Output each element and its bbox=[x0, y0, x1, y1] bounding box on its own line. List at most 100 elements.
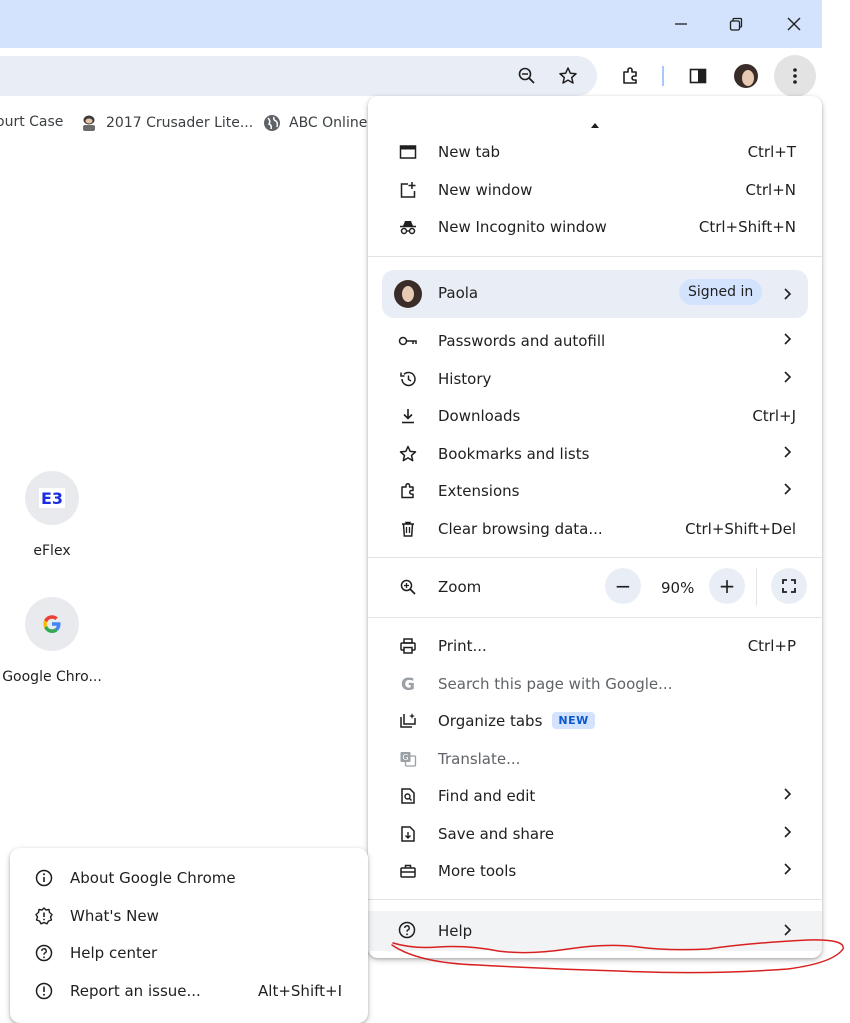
translate-icon: G bbox=[400, 752, 417, 767]
info-icon bbox=[35, 869, 53, 887]
shortcut-tile-google-chrome[interactable]: Google Chro... bbox=[2, 597, 102, 685]
menu-item-label: Find and edit bbox=[438, 787, 536, 805]
organize-tabs-text: Organize tabs bbox=[438, 712, 543, 730]
organize-tabs-icon bbox=[400, 713, 416, 728]
menu-item-new-window[interactable]: New window Ctrl+N bbox=[368, 172, 822, 209]
profile-button[interactable] bbox=[730, 60, 762, 92]
chevron-right-icon bbox=[784, 826, 792, 838]
menu-item-clear-browsing-data[interactable]: Clear browsing data... Ctrl+Shift+Del bbox=[368, 511, 822, 548]
menu-item-about-google-chrome[interactable]: About Google Chrome bbox=[10, 860, 368, 897]
zoom-indicator-button[interactable] bbox=[511, 60, 543, 92]
whats-new-icon bbox=[35, 907, 53, 925]
menu-item-help-center[interactable]: Help center bbox=[10, 935, 368, 972]
scroll-up-arrow-icon[interactable] bbox=[591, 123, 599, 129]
menu-separator bbox=[368, 899, 822, 900]
zoom-in-button[interactable]: + bbox=[709, 568, 745, 604]
shortcut-text: Ctrl+P bbox=[747, 637, 796, 655]
close-icon bbox=[787, 17, 801, 31]
new-window-icon bbox=[400, 182, 416, 198]
menu-separator bbox=[368, 557, 822, 558]
menu-item-more-tools[interactable]: More tools bbox=[368, 853, 822, 890]
chrome-main-menu: New tab Ctrl+T New window Ctrl+N New Inc… bbox=[368, 96, 822, 958]
print-icon bbox=[400, 638, 416, 654]
google-g-icon bbox=[43, 615, 61, 633]
menu-item-label: What's New bbox=[70, 907, 159, 925]
fullscreen-button[interactable] bbox=[771, 568, 807, 604]
zoom-icon bbox=[400, 579, 416, 595]
zoom-out-button[interactable]: − bbox=[605, 568, 641, 604]
menu-item-passwords-and-autofill[interactable]: Passwords and autofill bbox=[368, 323, 822, 360]
menu-item-extensions[interactable]: Extensions bbox=[368, 473, 822, 510]
toolbox-icon bbox=[400, 864, 416, 878]
chevron-right-icon bbox=[784, 333, 792, 345]
save-share-icon bbox=[401, 826, 415, 842]
chevron-right-icon bbox=[784, 371, 792, 383]
bookmark-item[interactable]: ABC Online bbox=[263, 114, 367, 132]
new-tab-icon bbox=[399, 145, 417, 159]
menu-item-save-and-share[interactable]: Save and share bbox=[368, 816, 822, 853]
menu-item-label: Organize tabs NEW bbox=[438, 712, 595, 730]
red-annotation-scribble bbox=[391, 939, 844, 974]
more-menu-button[interactable] bbox=[774, 55, 816, 97]
menu-item-find-and-edit[interactable]: Find and edit bbox=[368, 778, 822, 815]
menu-separator bbox=[368, 256, 822, 257]
svg-text:G: G bbox=[402, 753, 408, 762]
zoom-divider bbox=[756, 568, 757, 606]
zoom-level-value: 90% bbox=[661, 579, 695, 597]
chevron-right-icon bbox=[784, 483, 792, 495]
find-icon bbox=[401, 788, 415, 804]
extensions-button[interactable] bbox=[614, 60, 646, 92]
menu-item-profile[interactable]: Paola Signed in bbox=[382, 270, 808, 318]
menu-item-label: Translate... bbox=[438, 750, 521, 768]
shortcut-icon-circle bbox=[25, 597, 79, 651]
shortcut-label: Google Chro... bbox=[2, 669, 102, 685]
menu-item-search-with-google: G Search this page with Google... bbox=[368, 666, 822, 703]
shortcut-text: Alt+Shift+I bbox=[258, 982, 342, 1000]
bookmark-item[interactable]: ourt Case bbox=[0, 114, 63, 130]
address-bar[interactable] bbox=[0, 56, 597, 96]
shortcut-text: Ctrl+Shift+Del bbox=[685, 520, 796, 538]
menu-item-downloads[interactable]: Downloads Ctrl+J bbox=[368, 398, 822, 435]
menu-item-new-tab[interactable]: New tab Ctrl+T bbox=[368, 134, 822, 171]
menu-item-label: History bbox=[438, 370, 492, 388]
toolbar-divider bbox=[662, 66, 664, 86]
eflex-icon: E3 bbox=[39, 488, 65, 508]
chevron-right-icon bbox=[784, 788, 792, 800]
menu-item-organize-tabs[interactable]: Organize tabs NEW bbox=[368, 703, 822, 740]
zoom-icon bbox=[518, 67, 535, 84]
menu-item-zoom: Zoom bbox=[368, 569, 822, 606]
globe-icon bbox=[264, 115, 280, 131]
menu-item-label: About Google Chrome bbox=[70, 869, 236, 887]
star-icon bbox=[399, 445, 417, 462]
signed-in-badge: Signed in bbox=[679, 279, 763, 305]
title-bar bbox=[0, 0, 822, 48]
bookmark-star-button[interactable] bbox=[552, 60, 584, 92]
bookmark-label: ourt Case bbox=[0, 114, 64, 130]
close-window-button[interactable] bbox=[778, 8, 810, 40]
shortcut-tile-eflex[interactable]: E3 eFlex bbox=[2, 471, 102, 559]
bookmark-label: 2017 Crusader Lite... bbox=[106, 115, 254, 131]
menu-item-report-an-issue[interactable]: Report an issue... Alt+Shift+I bbox=[10, 973, 368, 1010]
menu-item-label: Clear browsing data... bbox=[438, 520, 603, 538]
menu-item-history[interactable]: History bbox=[368, 361, 822, 398]
side-panel-button[interactable] bbox=[682, 60, 714, 92]
fullscreen-icon bbox=[782, 579, 796, 593]
menu-item-label: Passwords and autofill bbox=[438, 332, 606, 350]
shortcut-text: Ctrl+T bbox=[747, 143, 796, 161]
profile-name: Paola bbox=[438, 284, 479, 302]
page-edge bbox=[822, 0, 850, 1017]
menu-item-new-incognito-window[interactable]: New Incognito window Ctrl+Shift+N bbox=[368, 209, 822, 246]
menu-item-bookmarks-and-lists[interactable]: Bookmarks and lists bbox=[368, 436, 822, 473]
restore-button[interactable] bbox=[720, 8, 752, 40]
extensions-icon bbox=[401, 482, 414, 499]
zoom-in-icon: + bbox=[718, 574, 736, 598]
bookmark-item[interactable]: 2017 Crusader Lite... bbox=[80, 114, 253, 132]
minimize-button[interactable] bbox=[665, 8, 697, 40]
svg-text:E3: E3 bbox=[41, 489, 63, 508]
profile-avatar bbox=[394, 280, 422, 308]
menu-item-label: Search this page with Google... bbox=[438, 675, 673, 693]
menu-item-print[interactable]: Print... Ctrl+P bbox=[368, 628, 822, 665]
bookmark-favicon-icon bbox=[83, 115, 95, 131]
menu-item-whats-new[interactable]: What's New bbox=[10, 898, 368, 935]
history-icon bbox=[400, 371, 416, 387]
